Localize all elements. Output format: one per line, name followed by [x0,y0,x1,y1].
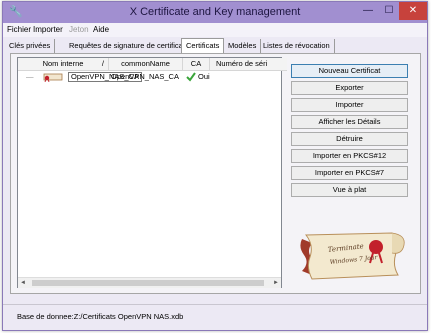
new-certificate-button[interactable]: Nouveau Certificat [291,64,408,78]
scroll-left-icon[interactable]: ◄ [18,278,28,288]
tab-modeles[interactable]: Modèles [224,39,262,53]
common-name-cell: OpenVPN_NAS_CA [111,72,179,81]
export-button[interactable]: Exporter [291,81,408,95]
menu-fichier[interactable]: Fichier [7,25,31,34]
horizontal-scrollbar[interactable]: ◄ ► [18,277,281,288]
menu-bar: Fichier Importer Jeton Aide [3,23,427,37]
tab-requetes[interactable]: Requêtes de signature de certificat [65,39,190,53]
certificate-list[interactable]: Nom interne / commonName CA Numéro de sér… [17,57,287,288]
flat-view-button[interactable]: Vue à plat [291,183,408,197]
tab-bar: Clés privées Requêtes de signature de ce… [3,38,427,54]
tab-listes-revocation[interactable]: Listes de révocation [259,39,335,53]
import-button[interactable]: Importer [291,98,408,112]
certificate-icon [42,72,66,83]
scroll-right-icon[interactable]: ► [271,278,281,288]
status-bar: Base de donnee:Z:/Certificats OpenVPN NA… [3,304,427,327]
column-header-commonname[interactable]: commonName [109,58,183,71]
ca-cell: Oui [198,72,210,81]
tab-cles-privees[interactable]: Clés privées [5,39,56,53]
column-header-nom-interne[interactable]: Nom interne / [18,58,109,71]
column-header-serial[interactable]: Numéro de séri [210,58,287,71]
status-text: Base de donnee:Z:/Certificats OpenVPN NA… [17,312,184,321]
delete-button[interactable]: Détruire [291,132,408,146]
column-header-ca[interactable]: CA [183,58,210,71]
tab-certificats[interactable]: Certificats [181,38,225,54]
menu-jeton[interactable]: Jeton [69,25,89,34]
scrollbar-thumb[interactable] [32,280,264,286]
check-icon [186,72,196,82]
title-bar: 🔧 X Certificate and Key management — ☐ ✕ [3,2,427,23]
table-row[interactable]: — OpenVPN_NAS_CA OpenVPN_NAS_CA Oui [18,72,281,83]
menu-importer[interactable]: Importer [33,25,63,34]
menu-aide[interactable]: Aide [93,25,109,34]
tree-connector: — [26,72,34,81]
import-pkcs7-button[interactable]: Importer en PKCS#7 [291,166,408,180]
app-window: 🔧 X Certificate and Key management — ☐ ✕… [2,1,428,331]
import-pkcs12-button[interactable]: Importer en PKCS#12 [291,149,408,163]
show-details-button[interactable]: Afficher les Détails [291,115,408,129]
close-button[interactable]: ✕ [399,2,427,20]
minimize-button[interactable]: — [357,2,379,20]
scroll-logo: Terminate Windows 7 Jour [288,227,413,287]
maximize-button[interactable]: ☐ [379,2,399,20]
